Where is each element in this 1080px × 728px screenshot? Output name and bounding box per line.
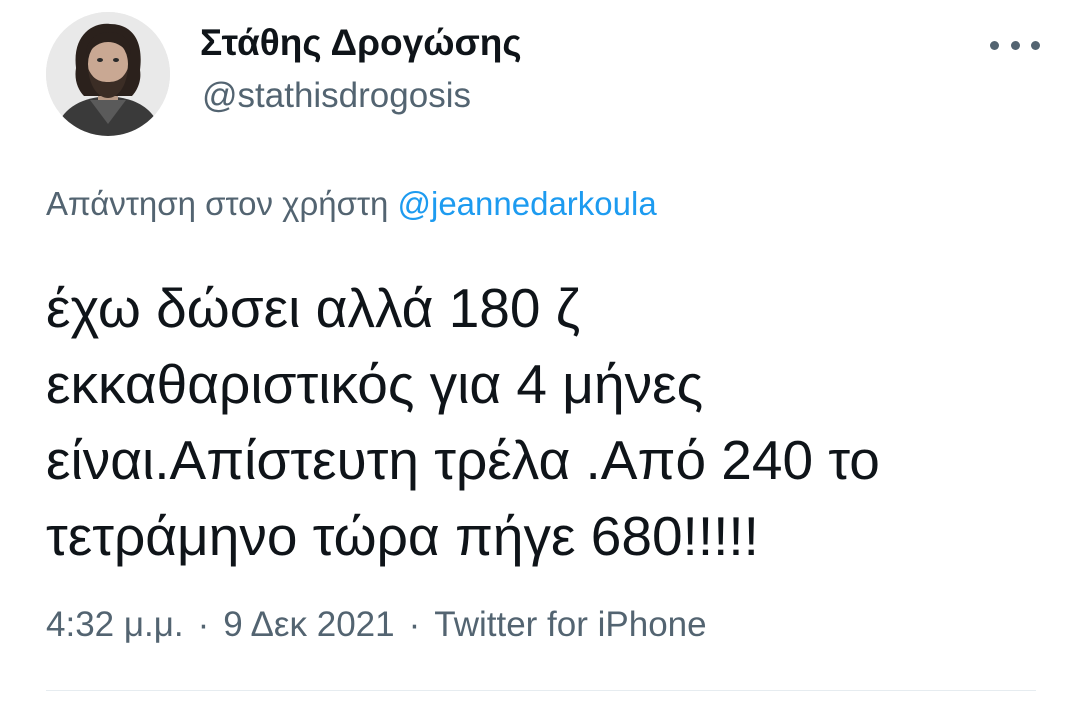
tweet-text: έχω δώσει αλλά 180 ζ εκκαθαριστικός για … xyxy=(46,270,1056,574)
tweet-source[interactable]: Twitter for iPhone xyxy=(434,605,706,644)
tweet-timestamp[interactable]: 4:32 μ.μ. xyxy=(46,605,184,644)
tweet-meta: 4:32 μ.μ. · 9 Δεκ 2021 · Twitter for iPhone xyxy=(46,603,707,647)
divider xyxy=(46,690,1036,691)
avatar[interactable] xyxy=(46,12,170,136)
more-horizontal-icon xyxy=(1010,40,1020,50)
more-horizontal-icon xyxy=(1031,40,1040,50)
tweet-text-line: έχω δώσει αλλά 180 ζ xyxy=(46,277,580,339)
more-options-button[interactable] xyxy=(990,26,1040,64)
user-avatar-photo-icon xyxy=(46,12,170,136)
reply-mention-link[interactable]: @jeannedarkoula xyxy=(398,185,657,222)
tweet-text-line: τετράμηνο τώρα πήγε 680!!!!! xyxy=(46,505,759,567)
tweet-date[interactable]: 9 Δεκ 2021 xyxy=(223,605,394,644)
reply-context-prefix: Απάντηση στον χρήστη xyxy=(46,185,389,222)
more-horizontal-icon xyxy=(990,40,999,50)
meta-separator: · xyxy=(197,605,210,644)
meta-separator: · xyxy=(408,605,421,644)
author-handle[interactable]: @stathisdrogosis xyxy=(202,74,471,118)
reply-context: Απάντηση στον χρήστη @jeannedarkoula xyxy=(46,183,657,225)
author-display-name[interactable]: Στάθης Δρογώσης xyxy=(200,20,522,66)
tweet-text-line: εκκαθαριστικός για 4 μήνες xyxy=(46,353,704,415)
tweet-text-line: είναι.Απίστευτη τρέλα .Από 240 το xyxy=(46,429,880,491)
